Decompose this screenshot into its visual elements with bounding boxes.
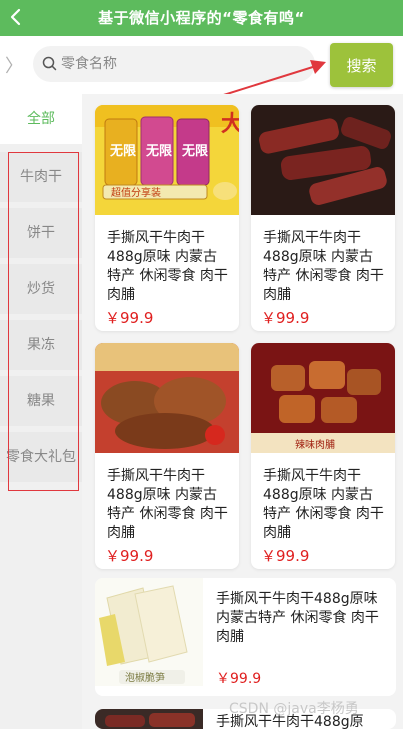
- product-name: 手撕风干牛肉干488g原味 内蒙古特产 休闲零食 肉干肉脯: [216, 591, 379, 645]
- product-image: [95, 709, 203, 729]
- product-price: ￥99.9: [105, 309, 154, 327]
- bamboo-tag: 泡椒脆笋: [125, 671, 165, 684]
- product-price: ￥99.9: [261, 309, 310, 327]
- product-image: 泡椒脆笋: [95, 578, 203, 686]
- product-name: 手撕风干牛肉干488g原味 内蒙古特产 休闲零食 肉干肉脯: [107, 468, 228, 541]
- product-name: 手撕风干牛肉干488g原味 内蒙古特产 休闲零食 肉干肉脯: [263, 230, 384, 303]
- sidebar-item-candy[interactable]: 糖果: [0, 376, 82, 426]
- search-box[interactable]: [33, 46, 315, 82]
- product-card[interactable]: 辣味肉脯 手撕风干牛肉干488g原味 内蒙古特产 休闲零食 肉干肉脯 ￥99.9: [251, 343, 395, 569]
- chips-pack-tag: 超值分享装: [111, 186, 161, 199]
- sidebar-item-jelly[interactable]: 果冻: [0, 320, 82, 370]
- watermark: CSDN @java李杨勇: [229, 701, 359, 717]
- svg-text:无限: 无限: [181, 144, 209, 159]
- product-price: ￥99.9: [216, 671, 262, 687]
- spicy-tag: 辣味肉脯: [295, 438, 335, 451]
- product-card-wide[interactable]: 泡椒脆笋 手撕风干牛肉干488g原味 内蒙古特产 休闲零食 肉干肉脯 ￥99.9: [95, 578, 396, 696]
- product-name: 手撕风干牛肉干488g原味 内蒙古特产 休闲零食 肉干肉脯: [263, 468, 384, 541]
- product-card[interactable]: 大 无限 无限 无限 超值分享装 手撕风干牛肉干488g原味 内蒙古特产 休闲零…: [95, 105, 239, 331]
- navigation-bar: 基于微信小程序的“零食有鸣“: [0, 0, 403, 36]
- search-bar: 〉 搜索: [0, 36, 403, 94]
- svg-text:大: 大: [221, 112, 239, 137]
- expand-arrow-icon[interactable]: 〉: [5, 52, 23, 78]
- search-button[interactable]: 搜索: [330, 43, 393, 87]
- product-image: 辣味肉脯: [251, 343, 395, 453]
- sidebar-item-all[interactable]: 全部: [0, 94, 82, 144]
- product-card[interactable]: 手撕风干牛肉干488g原味 内蒙古特产 休闲零食 肉干肉脯 ￥99.9: [251, 105, 395, 331]
- search-input[interactable]: [61, 46, 301, 82]
- product-image: [251, 105, 395, 215]
- sidebar-item-roasted-nuts[interactable]: 炒货: [0, 264, 82, 314]
- category-sidebar: 全部 牛肉干 饼干 炒货 果冻 糖果 零食大礼包: [0, 94, 82, 729]
- product-card[interactable]: 手撕风干牛肉干488g原味 内蒙古特产 休闲零食 肉干肉脯 ￥99.9: [95, 343, 239, 569]
- product-name: 手撕风干牛肉干488g原味 内蒙古特产 休闲零食 肉干肉脯: [107, 230, 228, 303]
- product-image: [95, 343, 239, 453]
- page-title: 基于微信小程序的“零食有鸣“: [98, 9, 305, 27]
- sidebar-item-beef-jerky[interactable]: 牛肉干: [0, 152, 82, 202]
- svg-text:无限: 无限: [145, 144, 173, 159]
- search-icon: [42, 56, 57, 71]
- product-image: 大 无限 无限 无限 超值分享装: [95, 105, 239, 215]
- product-price: ￥99.9: [261, 547, 310, 565]
- sidebar-item-gift-pack[interactable]: 零食大礼包: [0, 432, 82, 482]
- sidebar-item-biscuits[interactable]: 饼干: [0, 208, 82, 258]
- svg-text:无限: 无限: [109, 144, 137, 159]
- product-price: ￥99.9: [105, 547, 154, 565]
